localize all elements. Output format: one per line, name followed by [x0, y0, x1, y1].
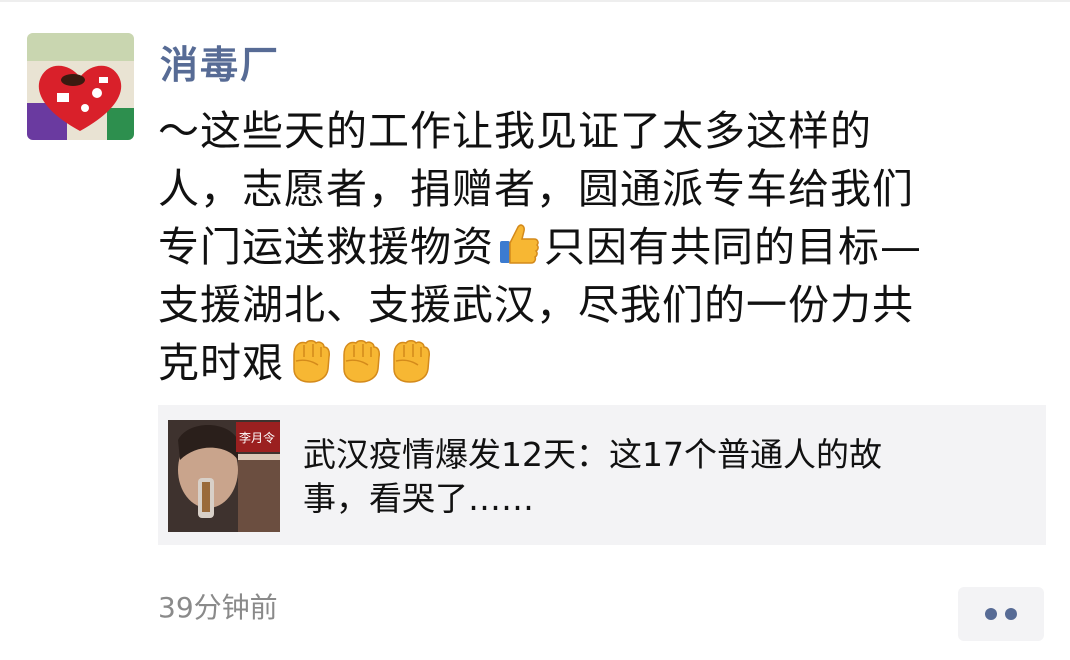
article-title: 武汉疫情爆发12天：这17个普通人的故 事，看哭了……	[303, 433, 1003, 521]
moments-post: 消毒厂 ～这些天的工作让我见证了太多这样的 人，志愿者，捐赠者，圆通派专车给我们…	[0, 0, 1070, 660]
shared-article-card[interactable]: 李月令 武汉疫情爆发12天：这17个普通人的故 事，看哭了……	[158, 405, 1046, 545]
post-text-line: 人，志愿者，捐赠者，圆通派专车给我们	[158, 165, 914, 213]
post-text-segment: 只因有共同的目标—	[544, 223, 922, 271]
thumbs-up-icon	[494, 219, 544, 269]
article-thumbnail: 李月令	[168, 420, 280, 532]
post-text: ～这些天的工作让我见证了太多这样的 人，志愿者，捐赠者，圆通派专车给我们 专门运…	[158, 102, 1018, 392]
more-actions-button[interactable]	[958, 587, 1044, 641]
article-title-line: 事，看哭了……	[303, 479, 534, 518]
post-text-segment: 专门运送救援物资	[158, 223, 494, 271]
fist-icon	[384, 335, 434, 385]
post-text-segment: 克时艰	[158, 339, 284, 387]
avatar[interactable]	[27, 33, 134, 140]
article-title-line: 武汉疫情爆发12天：这17个普通人的故	[303, 435, 882, 474]
post-text-line: ～这些天的工作让我见证了太多这样的	[158, 107, 872, 155]
username[interactable]: 消毒厂	[160, 40, 280, 90]
more-dot-icon	[985, 608, 997, 620]
fist-icon	[284, 335, 334, 385]
divider	[0, 0, 1070, 2]
more-dot-icon	[1005, 608, 1017, 620]
post-text-line: 支援湖北、支援武汉，尽我们的一份力共	[158, 281, 914, 329]
post-text-line: 克时艰	[158, 334, 1018, 392]
post-text-line: 专门运送救援物资 只因有共同的目标—	[158, 218, 1018, 276]
thumbnail-text: 李月令	[239, 430, 275, 445]
fist-icon	[334, 335, 384, 385]
timestamp: 39分钟前	[158, 591, 278, 624]
